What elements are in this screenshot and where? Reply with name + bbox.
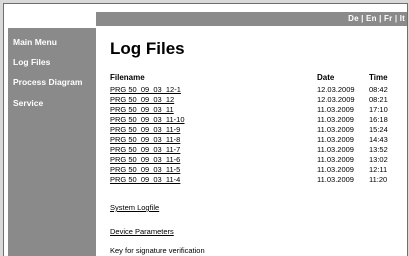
file-row: PRG 50_09_03_11-10 11.03.2009 16:18	[96, 115, 407, 125]
column-header-time: Time	[369, 73, 388, 82]
file-date: 12.03.2009	[317, 85, 355, 94]
file-date: 11.03.2009	[317, 165, 354, 174]
file-link[interactable]: PRG 50_09_03_11-4	[110, 175, 180, 184]
file-time: 14:43	[369, 135, 388, 144]
file-date: 11.03.2009	[317, 105, 354, 114]
file-date: 12.03.2009	[317, 95, 355, 104]
browser-frame: De | En | Fr | It Main Menu Log Files Pr…	[3, 3, 408, 256]
file-link[interactable]: PRG 50_09_03_11-6	[110, 155, 180, 164]
file-date: 11.03.2009	[317, 145, 354, 154]
sidebar: Main Menu Log Files Process Diagram Serv…	[8, 28, 96, 256]
file-time: 17:10	[369, 105, 388, 114]
device-parameters-link[interactable]: Device Parameters	[110, 227, 174, 236]
signature-key-label: Key for signature verification	[110, 246, 205, 255]
file-time: 15:24	[369, 125, 388, 134]
file-date: 11.03.2009	[317, 135, 354, 144]
sidebar-item-service[interactable]: Service	[13, 98, 43, 108]
file-row: PRG 50_09_03_12-1 12.03.2009 08:42	[96, 85, 407, 95]
file-row: PRG 50_09_03_11-9 11.03.2009 15:24	[96, 125, 407, 135]
file-link[interactable]: PRG 50_09_03_11-10	[110, 115, 185, 124]
file-time: 13:52	[369, 145, 388, 154]
file-link[interactable]: PRG 50_09_03_11	[110, 105, 174, 114]
file-date: 11.03.2009	[317, 115, 354, 124]
file-date: 11.03.2009	[317, 175, 354, 184]
language-fr[interactable]: Fr	[384, 14, 392, 23]
file-link[interactable]: PRG 50_09_03_12	[110, 95, 174, 104]
page-title: Log Files	[110, 39, 185, 58]
file-time: 12:11	[369, 165, 388, 174]
column-header-date: Date	[317, 73, 335, 82]
file-date: 11.03.2009	[317, 155, 354, 164]
main-content: Log Files Filename Date Time PRG 50_09_0…	[96, 28, 407, 256]
top-bar: De | En | Fr | It	[96, 12, 407, 26]
language-switcher: De | En | Fr | It	[348, 12, 405, 26]
language-de[interactable]: De	[348, 14, 359, 23]
file-link[interactable]: PRG 50_09_03_11-5	[110, 165, 180, 174]
file-row: PRG 50_09_03_11-5 11.03.2009 12:11	[96, 165, 407, 175]
system-logfile-link[interactable]: System Logfile	[110, 203, 159, 212]
file-link[interactable]: PRG 50_09_03_12-1	[110, 85, 181, 94]
language-en[interactable]: En	[366, 14, 377, 23]
file-row: PRG 50_09_03_11-6 11.03.2009 13:02	[96, 155, 407, 165]
file-time: 08:42	[369, 85, 388, 94]
file-time: 11:20	[369, 175, 388, 184]
sidebar-item-process-diagram[interactable]: Process Diagram	[13, 77, 82, 87]
file-link[interactable]: PRG 50_09_03_11-7	[110, 145, 180, 154]
file-row: PRG 50_09_03_11-4 11.03.2009 11:20	[96, 175, 407, 185]
sidebar-item-log-files[interactable]: Log Files	[13, 57, 50, 67]
file-link[interactable]: PRG 50_09_03_11-9	[110, 125, 180, 134]
file-row: PRG 50_09_03_11-8 11.03.2009 14:43	[96, 135, 407, 145]
file-time: 13:02	[369, 155, 388, 164]
file-row: PRG 50_09_03_12 12.03.2009 08:21	[96, 95, 407, 105]
file-link[interactable]: PRG 50_09_03_11-8	[110, 135, 180, 144]
language-it[interactable]: It	[400, 14, 405, 23]
column-header-filename: Filename	[110, 73, 145, 82]
file-time: 16:18	[369, 115, 388, 124]
file-date: 11.03.2009	[317, 125, 354, 134]
sidebar-item-main-menu[interactable]: Main Menu	[13, 37, 57, 47]
file-row: PRG 50_09_03_11-7 11.03.2009 13:52	[96, 145, 407, 155]
file-row: PRG 50_09_03_11 11.03.2009 17:10	[96, 105, 407, 115]
file-time: 08:21	[369, 95, 388, 104]
